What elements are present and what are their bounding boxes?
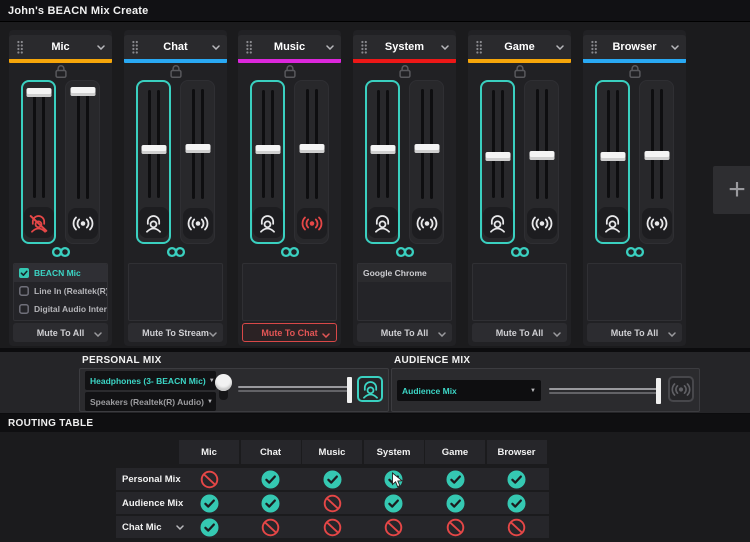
routing-table: MicChatMusicSystemGameBrowser Personal M…	[0, 0, 750, 540]
routing-col-system: System	[364, 440, 424, 464]
routing-cell-blocked[interactable]	[323, 518, 342, 537]
routing-cell-allowed[interactable]	[261, 470, 280, 489]
blocked-icon	[507, 518, 526, 537]
routing-cell-allowed[interactable]	[200, 494, 219, 513]
row-dropdown-button[interactable]	[176, 525, 184, 530]
routing-cell-allowed[interactable]	[446, 470, 465, 489]
routing-col-chat: Chat	[241, 440, 301, 464]
routing-cell-allowed[interactable]	[261, 494, 280, 513]
allowed-check-icon	[200, 518, 219, 537]
blocked-icon	[323, 494, 342, 513]
blocked-icon	[446, 518, 465, 537]
allowed-check-icon	[261, 494, 280, 513]
routing-col-game: Game	[425, 440, 485, 464]
routing-cell-blocked[interactable]	[384, 518, 403, 537]
allowed-check-icon	[507, 470, 526, 489]
allowed-check-icon	[261, 470, 280, 489]
allowed-check-icon	[384, 470, 403, 489]
routing-cell-blocked[interactable]	[261, 518, 280, 537]
routing-cell-allowed[interactable]	[384, 470, 403, 489]
routing-col-browser: Browser	[487, 440, 547, 464]
allowed-check-icon	[384, 494, 403, 513]
blocked-icon	[323, 518, 342, 537]
routing-cell-allowed[interactable]	[507, 494, 526, 513]
allowed-check-icon	[507, 494, 526, 513]
routing-cell-blocked[interactable]	[323, 494, 342, 513]
routing-cell-allowed[interactable]	[200, 518, 219, 537]
allowed-check-icon	[323, 470, 342, 489]
routing-cell-blocked[interactable]	[446, 518, 465, 537]
routing-row-label: Personal Mix	[116, 474, 181, 485]
blocked-icon	[384, 518, 403, 537]
blocked-icon	[261, 518, 280, 537]
routing-row-label: Audience Mix	[116, 498, 183, 509]
allowed-check-icon	[446, 470, 465, 489]
routing-col-mic: Mic	[179, 440, 239, 464]
routing-cell-allowed[interactable]	[446, 494, 465, 513]
routing-row-label: Chat Mic	[116, 522, 162, 533]
routing-cell-allowed[interactable]	[507, 470, 526, 489]
allowed-check-icon	[200, 494, 219, 513]
blocked-icon	[200, 470, 219, 489]
chevron-down-icon	[176, 525, 184, 530]
routing-cell-allowed[interactable]	[384, 494, 403, 513]
routing-cell-blocked[interactable]	[507, 518, 526, 537]
routing-cell-blocked[interactable]	[200, 470, 219, 489]
allowed-check-icon	[446, 494, 465, 513]
routing-col-music: Music	[302, 440, 362, 464]
routing-cell-allowed[interactable]	[323, 470, 342, 489]
